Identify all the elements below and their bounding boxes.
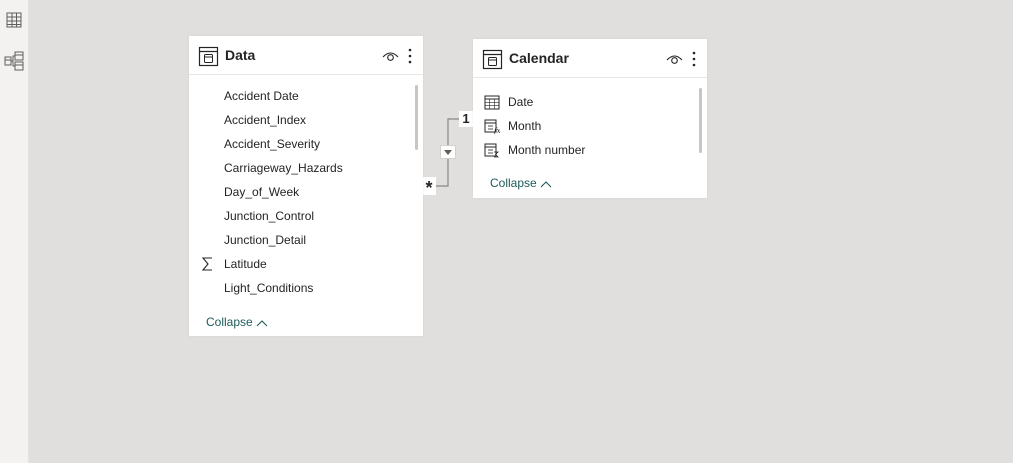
table-header[interactable]: Data bbox=[189, 38, 423, 75]
table-view-button[interactable] bbox=[0, 6, 28, 34]
table-icon bbox=[198, 46, 219, 67]
more-options-icon[interactable] bbox=[691, 50, 697, 68]
field-label: Accident Date bbox=[224, 89, 299, 103]
sigma-icon bbox=[201, 257, 212, 271]
visibility-eye-icon[interactable] bbox=[666, 52, 683, 66]
table-card-data[interactable]: Data Accident Date Accident_Index Accide… bbox=[189, 36, 423, 336]
more-options-icon[interactable] bbox=[407, 47, 413, 65]
calendar-icon bbox=[484, 95, 500, 110]
field-label: Accident_Severity bbox=[224, 137, 321, 151]
model-view-icon bbox=[4, 51, 24, 71]
field-row[interactable]: Light_Conditions bbox=[189, 277, 423, 299]
filter-direction-arrow-icon bbox=[444, 150, 452, 155]
table-card-calendar[interactable]: Calendar Date fx Month Month number Coll… bbox=[473, 39, 707, 198]
relationship-many-marker: * bbox=[422, 177, 436, 198]
calculated-column-icon: fx bbox=[484, 119, 500, 134]
field-label: Carriageway_Hazards bbox=[224, 161, 343, 175]
field-label: Month bbox=[508, 119, 542, 133]
field-row[interactable]: Accident_Index bbox=[189, 109, 423, 131]
field-row[interactable]: Junction_Control bbox=[189, 205, 423, 227]
cross-filter-direction[interactable] bbox=[440, 145, 456, 159]
view-rail bbox=[0, 0, 29, 463]
field-label: Latitude bbox=[224, 257, 267, 271]
collapse-label: Collapse bbox=[490, 176, 537, 190]
collapse-label: Collapse bbox=[206, 315, 253, 329]
field-row[interactable]: fx Month bbox=[473, 115, 707, 137]
visibility-eye-icon[interactable] bbox=[382, 49, 399, 63]
table-icon bbox=[482, 49, 503, 70]
field-row[interactable]: Accident Date bbox=[189, 85, 423, 107]
calculated-column-icon bbox=[484, 143, 499, 158]
field-row[interactable]: Junction_Detail bbox=[189, 229, 423, 251]
chevron-up-icon bbox=[256, 320, 268, 327]
svg-text:fx: fx bbox=[493, 127, 500, 134]
field-label: Day_of_Week bbox=[224, 185, 300, 199]
collapse-button[interactable]: Collapse bbox=[206, 315, 268, 329]
table-view-icon bbox=[6, 12, 22, 28]
chevron-up-icon bbox=[540, 181, 552, 188]
field-label: Junction_Detail bbox=[224, 233, 307, 247]
field-row[interactable]: Day_of_Week bbox=[189, 181, 423, 203]
field-row[interactable]: Latitude bbox=[189, 253, 423, 275]
table-title: Calendar bbox=[509, 50, 569, 66]
field-label: Accident_Index bbox=[224, 113, 307, 127]
relationship-one-marker: 1 bbox=[459, 111, 473, 127]
field-list-scrollbar[interactable] bbox=[415, 85, 418, 150]
field-row[interactable]: Date bbox=[473, 91, 707, 113]
model-view-button[interactable] bbox=[0, 47, 28, 75]
field-label: Light_Conditions bbox=[224, 281, 314, 295]
field-row[interactable]: Accident_Severity bbox=[189, 133, 423, 155]
table-title: Data bbox=[225, 47, 256, 63]
field-row[interactable]: Month number bbox=[473, 139, 707, 161]
field-label: Date bbox=[508, 95, 534, 109]
field-row[interactable]: Carriageway_Hazards bbox=[189, 157, 423, 179]
table-header[interactable]: Calendar bbox=[473, 41, 707, 78]
collapse-button[interactable]: Collapse bbox=[490, 176, 552, 190]
field-label: Junction_Control bbox=[224, 209, 315, 223]
field-list-scrollbar[interactable] bbox=[699, 88, 702, 153]
field-label: Month number bbox=[508, 143, 586, 157]
model-canvas[interactable]: * 1 Data Accident Date Accident_Index Ac… bbox=[29, 0, 1013, 463]
